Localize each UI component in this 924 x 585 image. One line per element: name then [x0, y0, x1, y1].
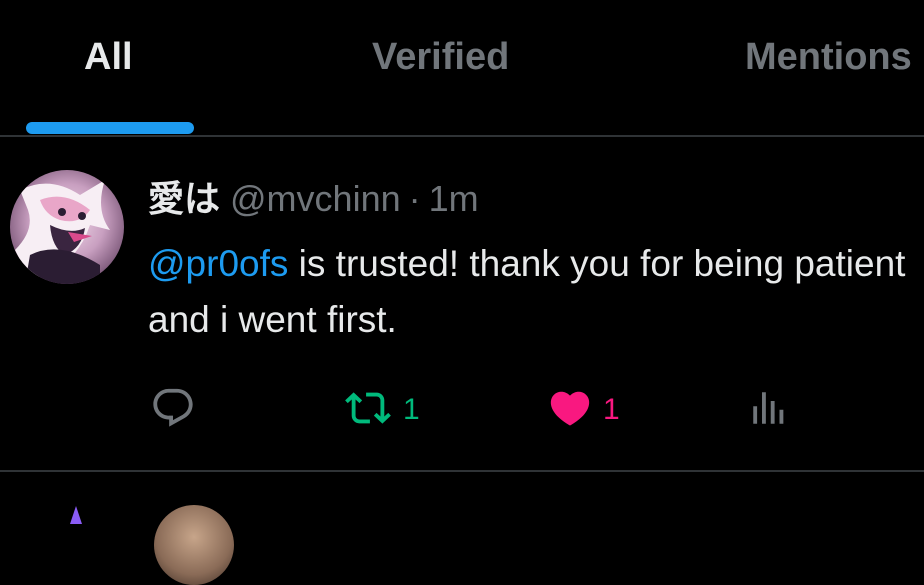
tab-mentions[interactable]: Mentions — [745, 36, 912, 79]
views-icon — [748, 385, 790, 436]
display-name[interactable]: 愛は — [148, 178, 220, 219]
tab-all[interactable]: All — [84, 36, 133, 79]
tweet-timestamp[interactable]: 1m — [429, 178, 479, 219]
reply-icon — [150, 385, 196, 436]
tweet-divider — [0, 470, 924, 472]
views-button[interactable] — [748, 386, 790, 434]
reply-button[interactable] — [150, 386, 196, 434]
tab-verified[interactable]: Verified — [372, 36, 509, 79]
heart-icon — [547, 385, 593, 436]
retweet-button[interactable]: 1 — [343, 386, 420, 434]
tweet-text: @pr0ofs is trusted! thank you for being … — [148, 236, 918, 348]
mention-link[interactable]: @pr0ofs — [148, 243, 288, 284]
tabs-divider — [0, 135, 924, 137]
notification-type-icon — [62, 504, 90, 524]
retweet-count: 1 — [403, 393, 420, 426]
tweet-header: 愛は @mvchinn · 1m — [148, 178, 479, 220]
retweet-icon — [343, 385, 393, 436]
notification-tabs: All Verified Mentions — [0, 0, 924, 137]
user-handle[interactable]: @mvchinn — [230, 178, 401, 219]
active-tab-indicator — [26, 122, 194, 134]
avatar[interactable] — [10, 170, 124, 284]
like-button[interactable]: 1 — [547, 386, 620, 434]
separator-dot: · — [408, 178, 421, 219]
like-count: 1 — [603, 393, 620, 426]
next-item-avatar[interactable] — [154, 505, 234, 585]
